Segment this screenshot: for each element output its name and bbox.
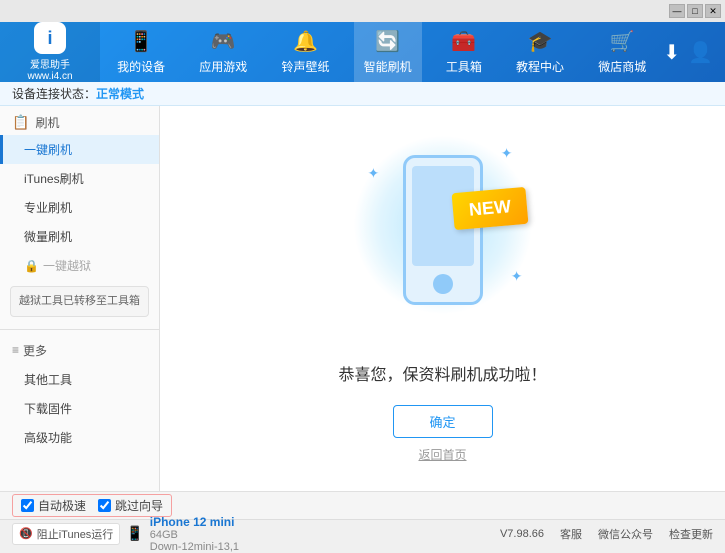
version-label: V7.98.66 bbox=[500, 528, 544, 540]
weidian-icon: 🛒 bbox=[610, 29, 635, 54]
phone-illustration: NEW ✦ ✦ ✦ bbox=[343, 135, 543, 345]
flash-section-icon: 📋 bbox=[12, 114, 29, 131]
lock-icon: 🔒 bbox=[24, 259, 39, 273]
nav-bar: 📱 我的设备 🎮 应用游戏 🔔 铃声壁纸 🔄 智能刷机 🧰 工具箱 🎓 教程中心… bbox=[100, 22, 663, 82]
device-storage: 64GB bbox=[150, 529, 239, 541]
toolbox-icon: 🧰 bbox=[451, 29, 476, 54]
more-section-label: 更多 bbox=[23, 342, 47, 359]
title-bar: — □ ✕ bbox=[0, 0, 725, 22]
jailbreak-note: 越狱工具已转移至工具箱 bbox=[10, 286, 149, 317]
phone-body bbox=[403, 155, 483, 305]
back-link[interactable]: 返回首页 bbox=[418, 446, 466, 463]
nav-apps-games[interactable]: 🎮 应用游戏 bbox=[189, 22, 257, 82]
nav-tutorial[interactable]: 🎓 教程中心 bbox=[506, 22, 574, 82]
header: i 爱思助手 www.i4.cn 📱 我的设备 🎮 应用游戏 🔔 铃声壁纸 🔄 … bbox=[0, 22, 725, 82]
auto-select-checkbox-label[interactable]: 自动极速 bbox=[21, 497, 86, 514]
device-name: iPhone 12 mini bbox=[150, 515, 239, 529]
auto-select-checkbox[interactable] bbox=[21, 499, 34, 512]
main-layout: 📋 刷机 一键刷机 iTunes刷机 专业刷机 微量刷机 🔒 一键越狱 越狱工具… bbox=[0, 106, 725, 491]
maximize-button[interactable]: □ bbox=[687, 4, 703, 18]
brand-name: 爱思助手 bbox=[30, 56, 70, 71]
more-section-icon: ≡ bbox=[12, 343, 19, 357]
sparkle-icon-1: ✦ bbox=[368, 165, 380, 182]
bottom-bar: 📵 阻止iTunes运行 📱 iPhone 12 mini 64GB Down-… bbox=[0, 519, 725, 547]
sidebar: 📋 刷机 一键刷机 iTunes刷机 专业刷机 微量刷机 🔒 一键越狱 越狱工具… bbox=[0, 106, 160, 491]
content-area: NEW ✦ ✦ ✦ 恭喜您，保资料刷机成功啦！ 确定 返回首页 bbox=[160, 106, 725, 491]
website: www.i4.cn bbox=[27, 71, 72, 82]
itunes-stop-icon: 📵 bbox=[19, 527, 33, 540]
skip-wizard-label: 跳过向导 bbox=[115, 497, 163, 514]
device-details: iPhone 12 mini 64GB Down-12mini-13,1 bbox=[150, 515, 239, 553]
sidebar-item-jailbreak-disabled: 🔒 一键越狱 bbox=[0, 251, 159, 280]
logo-icon: i bbox=[34, 22, 66, 54]
phone-icon: 📱 bbox=[126, 525, 143, 542]
download-icon[interactable]: ⬇ bbox=[663, 40, 680, 65]
sparkle-icon-3: ✦ bbox=[511, 268, 523, 285]
bottom-right-links: V7.98.66 客服 微信公众号 检查更新 bbox=[500, 526, 713, 542]
nav-smart-shop[interactable]: 🔄 智能刷机 bbox=[354, 22, 422, 82]
device-model: Down-12mini-13,1 bbox=[150, 541, 239, 553]
sidebar-item-pro-flash[interactable]: 专业刷机 bbox=[0, 193, 159, 222]
tutorial-icon: 🎓 bbox=[528, 29, 553, 54]
sidebar-divider bbox=[0, 329, 159, 330]
check-update-link[interactable]: 检查更新 bbox=[669, 526, 713, 542]
apps-icon: 🎮 bbox=[211, 29, 236, 54]
sidebar-item-data-flash[interactable]: 微量刷机 bbox=[0, 222, 159, 251]
window-controls: — □ ✕ bbox=[669, 4, 721, 18]
user-icon[interactable]: 👤 bbox=[688, 40, 713, 65]
device-status-bar: 设备连接状态： 正常模式 bbox=[0, 82, 725, 106]
wechat-public-link[interactable]: 微信公众号 bbox=[598, 526, 653, 542]
nav-toolbox[interactable]: 🧰 工具箱 bbox=[436, 22, 492, 82]
itunes-stop-button[interactable]: 📵 阻止iTunes运行 bbox=[12, 523, 120, 545]
sidebar-item-advanced[interactable]: 高级功能 bbox=[0, 423, 159, 452]
flash-section-label: 刷机 bbox=[35, 114, 59, 131]
nav-my-device[interactable]: 📱 我的设备 bbox=[107, 22, 175, 82]
my-device-icon: 📱 bbox=[129, 29, 154, 54]
sidebar-item-other-tools[interactable]: 其他工具 bbox=[0, 365, 159, 394]
nav-ringtones[interactable]: 🔔 铃声壁纸 bbox=[271, 22, 339, 82]
bottom-device-info: 📵 阻止iTunes运行 📱 iPhone 12 mini 64GB Down-… bbox=[12, 515, 239, 553]
minimize-button[interactable]: — bbox=[669, 4, 685, 18]
nav-weidian[interactable]: 🛒 微店商城 bbox=[588, 22, 656, 82]
new-badge: NEW bbox=[451, 186, 528, 229]
success-message: 恭喜您，保资料刷机成功啦！ bbox=[338, 361, 546, 385]
sidebar-section-flash: 📋 刷机 bbox=[0, 106, 159, 135]
skip-wizard-checkbox[interactable] bbox=[98, 499, 111, 512]
device-status-label: 设备连接状态： bbox=[12, 85, 96, 102]
logo-area[interactable]: i 爱思助手 www.i4.cn bbox=[0, 22, 100, 82]
phone-home-button bbox=[433, 274, 453, 294]
confirm-button[interactable]: 确定 bbox=[393, 405, 493, 438]
ringtones-icon: 🔔 bbox=[293, 29, 318, 54]
device-status-value: 正常模式 bbox=[96, 85, 144, 102]
sidebar-item-download-firmware[interactable]: 下载固件 bbox=[0, 394, 159, 423]
sparkle-icon-2: ✦ bbox=[501, 145, 513, 162]
smart-shop-icon: 🔄 bbox=[375, 29, 400, 54]
sidebar-item-itunes-flash[interactable]: iTunes刷机 bbox=[0, 164, 159, 193]
auto-select-label: 自动极速 bbox=[38, 497, 86, 514]
skip-wizard-checkbox-label[interactable]: 跳过向导 bbox=[98, 497, 163, 514]
sidebar-section-more: ≡ 更多 bbox=[0, 336, 159, 365]
close-button[interactable]: ✕ bbox=[705, 4, 721, 18]
customer-service-link[interactable]: 客服 bbox=[560, 526, 582, 542]
header-right-actions: ⬇ 👤 bbox=[663, 40, 725, 65]
sidebar-item-one-click-flash[interactable]: 一键刷机 bbox=[0, 135, 159, 164]
